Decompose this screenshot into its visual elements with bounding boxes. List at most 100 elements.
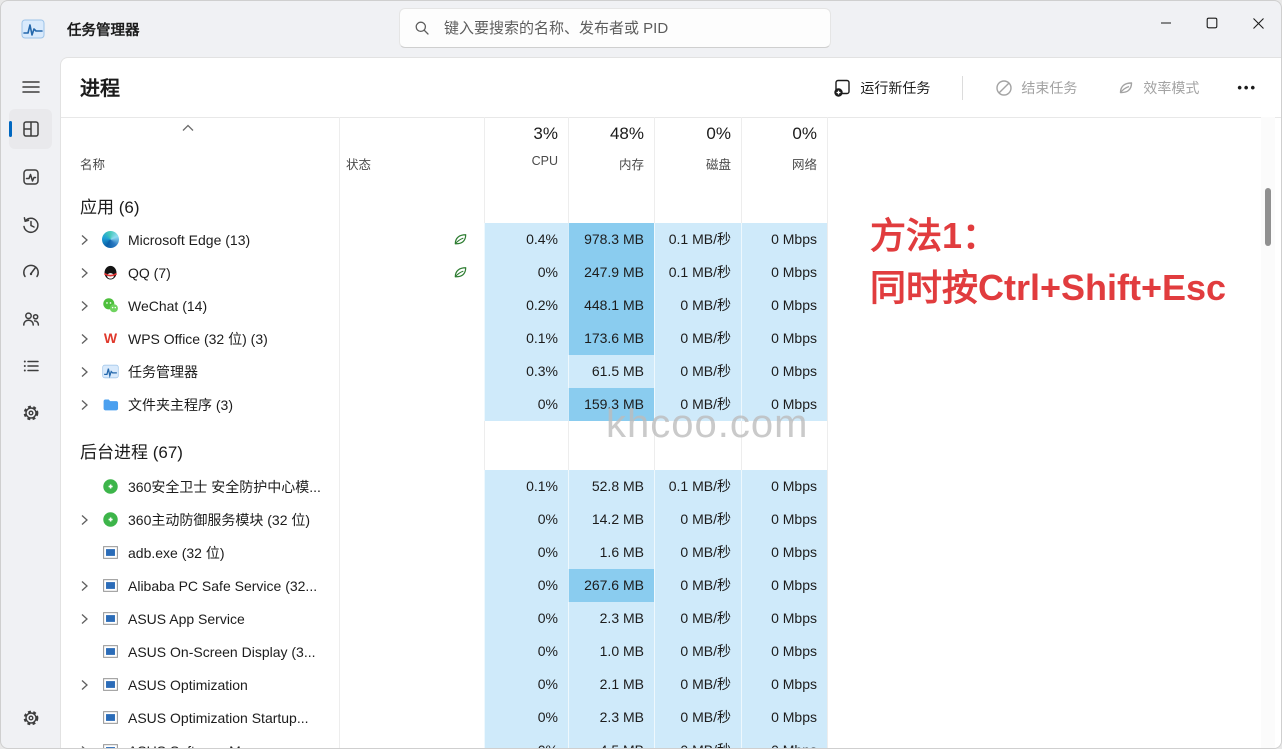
table-row[interactable]: QQ (7) 0% 247.9 MB 0.1 MB/秒 0 Mbps (61, 256, 1281, 289)
cpu-cell: 0% (484, 734, 568, 748)
chevron-right-icon[interactable] (80, 223, 102, 256)
chevron-right-icon[interactable] (80, 569, 102, 602)
column-header-disk[interactable]: 磁盘 (654, 154, 731, 173)
table-row[interactable]: ASUS On-Screen Display (3... 0% 1.0 MB 0… (61, 635, 1281, 668)
hamburger-menu-icon (21, 77, 41, 97)
memory-total: 48% (568, 124, 644, 144)
table-row[interactable]: WeChat (14) 0.2% 448.1 MB 0 MB/秒 0 Mbps (61, 289, 1281, 322)
table-row[interactable]: ASUS Optimization 0% 2.1 MB 0 MB/秒 0 Mbp… (61, 668, 1281, 701)
cpu-cell: 0% (484, 635, 568, 668)
memory-cell: 14.2 MB (568, 503, 654, 536)
run-new-task-button[interactable]: 运行新任务 (825, 72, 938, 104)
cpu-cell: 0.1% (484, 470, 568, 503)
360-icon (102, 511, 119, 528)
table-header: 名称 状态 3% CPU 48% 内存 0% 磁盘 0% 网络 (61, 117, 1281, 180)
search-box[interactable] (399, 8, 831, 48)
sidebar-item-services[interactable] (9, 393, 52, 433)
table-row[interactable]: 文件夹主程序 (3) 0% 159.3 MB 0 MB/秒 0 Mbps (61, 388, 1281, 421)
group-header-background: 后台进程 (67) (61, 430, 1281, 470)
memory-cell: 159.3 MB (568, 388, 654, 421)
chevron-right-icon[interactable] (80, 256, 102, 289)
cpu-cell: 0% (484, 602, 568, 635)
scrollbar[interactable] (1261, 117, 1275, 748)
column-header-memory[interactable]: 内存 (568, 154, 644, 173)
network-cell: 0 Mbps (741, 470, 827, 503)
memory-cell: 1.6 MB (568, 536, 654, 569)
sidebar-item-performance[interactable] (9, 157, 52, 197)
task-manager-window: 任务管理器 (0, 0, 1282, 749)
sidebar-item-startup-apps[interactable] (9, 251, 52, 291)
disk-cell: 0 MB/秒 (654, 635, 741, 668)
360-icon (102, 478, 119, 495)
table-row[interactable]: 360安全卫士 安全防护中心模... 0.1% 52.8 MB 0.1 MB/秒… (61, 470, 1281, 503)
end-task-icon (995, 79, 1013, 97)
table-row[interactable]: W WPS Office (32 位) (3) 0.1% 173.6 MB 0 … (61, 322, 1281, 355)
more-options-button[interactable]: ••• (1231, 76, 1263, 99)
performance-icon (21, 167, 41, 187)
column-header-status[interactable]: 状态 (346, 154, 371, 173)
chevron-right-icon[interactable] (80, 355, 102, 388)
processes-icon (21, 119, 41, 139)
table-row[interactable]: ASUS App Service 0% 2.3 MB 0 MB/秒 0 Mbps (61, 602, 1281, 635)
disk-cell: 0 MB/秒 (654, 388, 741, 421)
sidebar-item-details[interactable] (9, 346, 52, 386)
disk-cell: 0 MB/秒 (654, 503, 741, 536)
efficiency-leaf-icon (452, 231, 469, 248)
column-header-name[interactable]: 名称 (80, 154, 105, 173)
network-cell: 0 Mbps (741, 256, 827, 289)
memory-cell: 173.6 MB (568, 322, 654, 355)
chevron-right-icon[interactable] (80, 602, 102, 635)
disk-cell: 0 MB/秒 (654, 701, 741, 734)
column-header-cpu[interactable]: CPU (484, 154, 558, 168)
memory-cell: 4.5 MB (568, 734, 654, 748)
cpu-cell: 0% (484, 256, 568, 289)
efficiency-mode-button[interactable]: 效率模式 (1109, 72, 1207, 104)
chevron-right-icon[interactable] (80, 388, 102, 421)
network-cell: 0 Mbps (741, 635, 827, 668)
end-task-button[interactable]: 结束任务 (987, 72, 1085, 104)
table-row[interactable]: Alibaba PC Safe Service (32... 0% 267.6 … (61, 569, 1281, 602)
cpu-cell: 0% (484, 668, 568, 701)
table-row[interactable]: Microsoft Edge (13) 0.4% 978.3 MB 0.1 MB… (61, 223, 1281, 256)
scrollbar-thumb[interactable] (1265, 188, 1271, 246)
table-row[interactable]: 360主动防御服务模块 (32 位) 0% 14.2 MB 0 MB/秒 0 M… (61, 503, 1281, 536)
chevron-right-icon[interactable] (80, 668, 102, 701)
memory-cell: 1.0 MB (568, 635, 654, 668)
nav-menu-button[interactable] (9, 67, 52, 107)
disk-cell: 0 MB/秒 (654, 355, 741, 388)
search-input[interactable] (442, 19, 816, 38)
sidebar-item-users[interactable] (9, 299, 52, 339)
chevron-right-icon[interactable] (80, 322, 102, 355)
column-header-network[interactable]: 网络 (741, 154, 817, 173)
task-manager-icon (102, 363, 119, 380)
sidebar-item-settings[interactable] (9, 698, 52, 738)
table-row[interactable]: 任务管理器 0.3% 61.5 MB 0 MB/秒 0 Mbps (61, 355, 1281, 388)
sidebar (1, 57, 60, 748)
sidebar-item-processes[interactable] (9, 109, 52, 149)
close-button[interactable] (1235, 1, 1281, 45)
maximize-button[interactable] (1189, 1, 1235, 45)
run-new-task-label: 运行新任务 (860, 78, 930, 98)
cpu-cell: 0% (484, 536, 568, 569)
table-row[interactable]: ASUS Software M... 0% 4.5 MB 0 MB/秒 0 Mb… (61, 734, 1281, 748)
chevron-right-icon[interactable] (80, 503, 102, 536)
chevron-right-icon[interactable] (80, 734, 102, 748)
titlebar: 任务管理器 (1, 1, 1281, 57)
minimize-button[interactable] (1143, 1, 1189, 45)
disk-cell: 0 MB/秒 (654, 602, 741, 635)
sidebar-item-app-history[interactable] (9, 205, 52, 245)
memory-cell: 61.5 MB (568, 355, 654, 388)
wps-icon: W (102, 330, 119, 347)
memory-cell: 247.9 MB (568, 256, 654, 289)
disk-cell: 0.1 MB/秒 (654, 223, 741, 256)
exe-icon (102, 544, 119, 561)
table-row[interactable]: ASUS Optimization Startup... 0% 2.3 MB 0… (61, 701, 1281, 734)
memory-cell: 267.6 MB (568, 569, 654, 602)
folder-icon (102, 396, 119, 413)
chevron-right-icon[interactable] (80, 289, 102, 322)
disk-cell: 0.1 MB/秒 (654, 256, 741, 289)
details-icon (21, 356, 41, 376)
memory-cell: 448.1 MB (568, 289, 654, 322)
table-row[interactable]: adb.exe (32 位) 0% 1.6 MB 0 MB/秒 0 Mbps (61, 536, 1281, 569)
network-cell: 0 Mbps (741, 569, 827, 602)
